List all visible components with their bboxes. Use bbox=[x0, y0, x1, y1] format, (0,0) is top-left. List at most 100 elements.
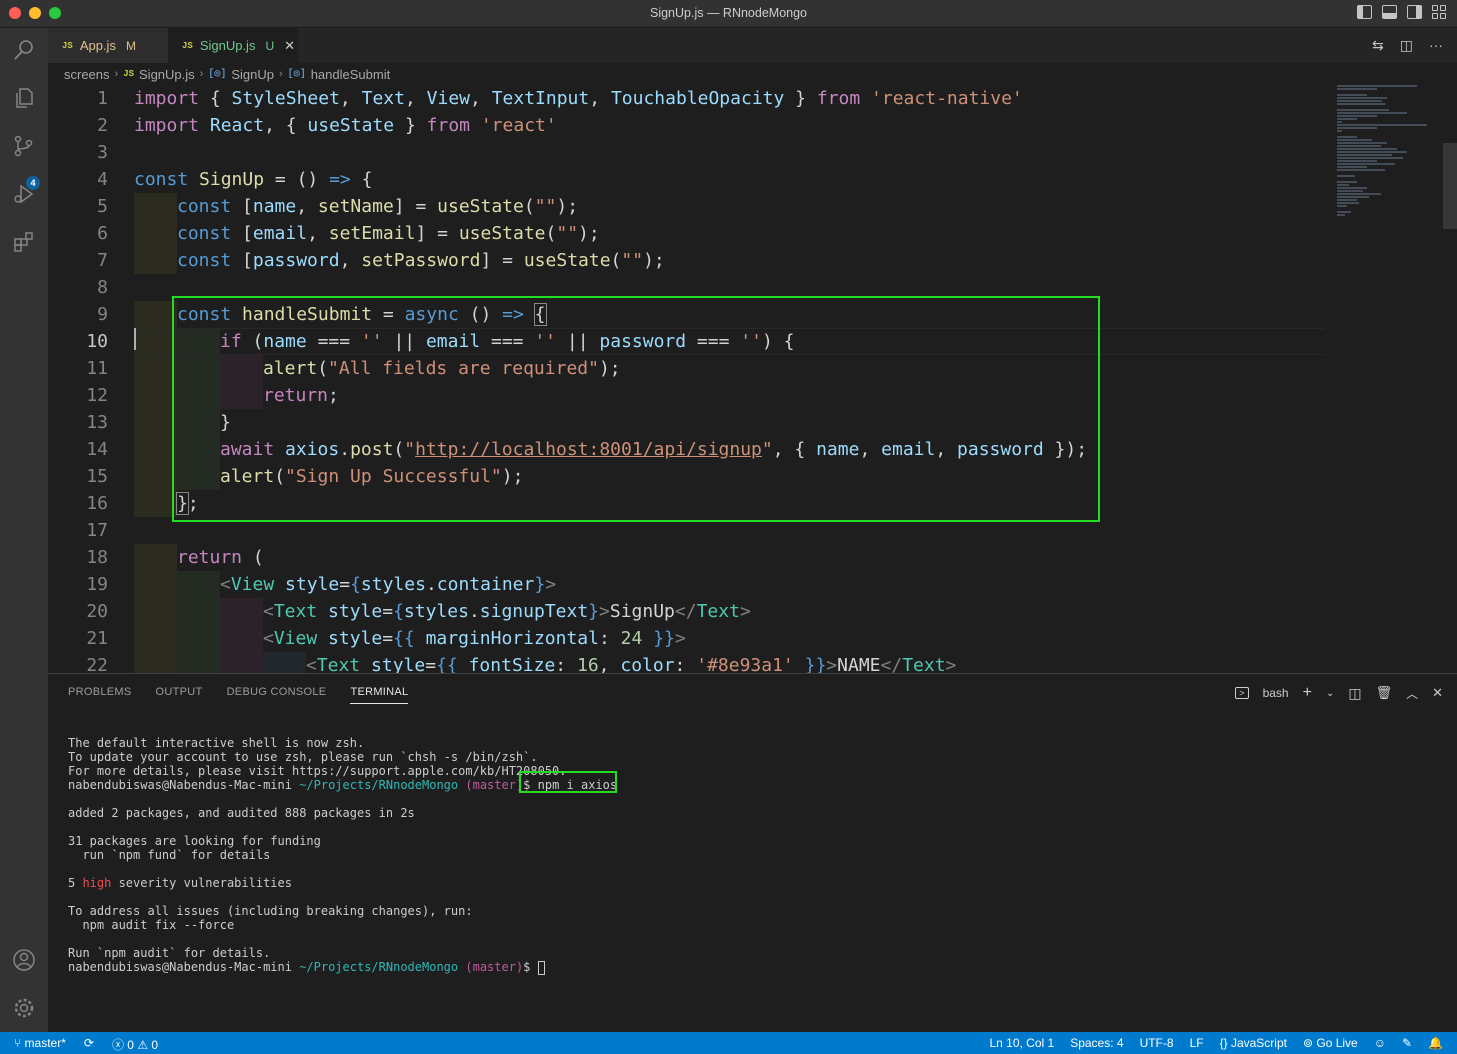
line-number: 14 bbox=[86, 439, 108, 460]
indent-guide bbox=[177, 571, 220, 673]
terminal-line: added 2 packages, and audited 888 packag… bbox=[68, 806, 415, 820]
minimap-line bbox=[1337, 94, 1367, 96]
minimap-line bbox=[1337, 154, 1392, 156]
end-of-line[interactable]: LF bbox=[1190, 1036, 1204, 1050]
js-file-icon: JS bbox=[123, 69, 135, 79]
toggle-panel-icon[interactable] bbox=[1382, 5, 1397, 19]
feedback-icon[interactable]: ✎ bbox=[1402, 1036, 1412, 1050]
source-control-icon[interactable] bbox=[12, 134, 36, 158]
minimap-line bbox=[1337, 97, 1387, 99]
line-number: 2 bbox=[97, 115, 108, 136]
minimap-line bbox=[1337, 214, 1345, 216]
terminal-line: run `npm fund` for details bbox=[68, 848, 271, 862]
minimap-line bbox=[1337, 85, 1417, 87]
toggle-secondary-sidebar-icon[interactable] bbox=[1407, 5, 1422, 19]
minimap-line bbox=[1337, 151, 1407, 153]
minimap-line bbox=[1337, 121, 1342, 123]
new-terminal-icon[interactable]: + bbox=[1303, 684, 1312, 702]
terminal-line: The default interactive shell is now zsh… bbox=[68, 736, 365, 750]
minimap-line bbox=[1337, 115, 1377, 117]
breadcrumb-folder[interactable]: screens bbox=[64, 67, 110, 82]
line-number: 15 bbox=[86, 466, 108, 487]
indent-guide bbox=[220, 598, 263, 673]
gear-icon[interactable] bbox=[12, 996, 36, 1020]
terminal-line: For more details, please visit https://s… bbox=[68, 764, 567, 778]
encoding[interactable]: UTF-8 bbox=[1140, 1036, 1174, 1050]
terminal-line: To address all issues (including breakin… bbox=[68, 904, 473, 918]
indent-guide bbox=[263, 652, 306, 673]
editor-tabs: JS App.js M JS SignUp.js U ✕ ⇆ ◫ ··· bbox=[48, 28, 1457, 63]
title-bar: SignUp.js — RNnodeMongo bbox=[0, 0, 1457, 27]
terminal-icon: > bbox=[1235, 687, 1249, 699]
line-number: 5 bbox=[97, 196, 108, 217]
line-number: 6 bbox=[97, 223, 108, 244]
text-cursor bbox=[134, 328, 136, 350]
minimap-line bbox=[1337, 139, 1372, 141]
minimap[interactable] bbox=[1331, 85, 1443, 673]
minimap-line bbox=[1337, 181, 1357, 183]
language-mode[interactable]: {} JavaScript bbox=[1220, 1036, 1287, 1050]
tab-signup-js[interactable]: JS SignUp.js U ✕ bbox=[168, 28, 298, 63]
minimap-line bbox=[1337, 103, 1385, 105]
minimap-line bbox=[1337, 100, 1382, 102]
js-file-icon: JS bbox=[62, 40, 73, 51]
line-number: 7 bbox=[97, 250, 108, 271]
minimap-line bbox=[1337, 124, 1427, 126]
chevron-right-icon: › bbox=[279, 68, 283, 80]
minimap-line bbox=[1337, 160, 1377, 162]
js-file-icon: JS bbox=[182, 40, 193, 51]
breadcrumb-symbol[interactable]: handleSubmit bbox=[311, 67, 391, 82]
chevron-right-icon: › bbox=[114, 68, 119, 80]
compare-changes-icon[interactable]: ⇆ bbox=[1372, 37, 1384, 54]
files-icon[interactable] bbox=[12, 86, 36, 110]
code-line-20: <Text style={styles.signupText}>SignUp</… bbox=[263, 601, 751, 622]
code-line-5: const [name, setName] = useState(""); bbox=[177, 196, 579, 217]
toggle-sidebar-icon[interactable] bbox=[1357, 5, 1372, 19]
search-icon[interactable] bbox=[12, 38, 36, 62]
problems-status[interactable]: ⓧ 0 ⚠ 0 bbox=[112, 1036, 158, 1053]
minimap-line bbox=[1337, 148, 1397, 150]
line-number: 12 bbox=[86, 385, 108, 406]
split-terminal-icon[interactable]: ◫ bbox=[1348, 685, 1361, 702]
branch-status[interactable]: ⑂ master* bbox=[14, 1036, 66, 1053]
indentation[interactable]: Spaces: 4 bbox=[1070, 1036, 1123, 1050]
editor-scrollbar[interactable] bbox=[1443, 143, 1457, 229]
chevron-down-icon[interactable]: ⌄ bbox=[1326, 688, 1334, 699]
code-line-7: const [password, setPassword] = useState… bbox=[177, 250, 665, 271]
close-panel-icon[interactable]: ✕ bbox=[1432, 685, 1443, 701]
terminal-shell-label[interactable]: bash bbox=[1263, 686, 1289, 700]
minimap-line bbox=[1337, 193, 1381, 195]
copilot-icon[interactable]: ☺ bbox=[1374, 1036, 1386, 1050]
extensions-icon[interactable] bbox=[12, 230, 36, 254]
code-line-19: <View style={styles.container}> bbox=[220, 574, 557, 595]
minimap-line bbox=[1337, 169, 1385, 171]
panel-tab-debug-console[interactable]: DEBUG CONSOLE bbox=[227, 686, 327, 704]
more-actions-icon[interactable]: ··· bbox=[1429, 37, 1443, 54]
code-line-22: <Text style={{ fontSize: 16, color: '#8e… bbox=[306, 655, 957, 673]
line-number: 8 bbox=[97, 277, 108, 298]
panel-tab-problems[interactable]: PROBLEMS bbox=[68, 686, 132, 704]
close-tab-icon[interactable]: ✕ bbox=[284, 38, 295, 54]
breadcrumb-file[interactable]: SignUp.js bbox=[139, 67, 195, 82]
breadcrumb-symbol[interactable]: SignUp bbox=[231, 67, 274, 82]
sync-icon[interactable]: ⟳ bbox=[84, 1036, 94, 1053]
run-debug-icon[interactable] bbox=[12, 182, 36, 206]
terminal-line: 5 high severity vulnerabilities bbox=[68, 876, 292, 890]
cursor-position[interactable]: Ln 10, Col 1 bbox=[989, 1036, 1054, 1050]
symbol-variable-icon: [◎] bbox=[287, 69, 306, 80]
split-editor-icon[interactable]: ◫ bbox=[1400, 37, 1413, 54]
indent-guide bbox=[134, 193, 177, 274]
tab-app-js[interactable]: JS App.js M bbox=[48, 28, 168, 63]
bell-icon[interactable]: 🔔 bbox=[1428, 1036, 1443, 1050]
customize-layout-icon[interactable] bbox=[1432, 5, 1447, 19]
maximize-panel-icon[interactable]: ︿ bbox=[1406, 685, 1418, 702]
account-icon[interactable] bbox=[12, 948, 36, 972]
panel-tab-output[interactable]: OUTPUT bbox=[156, 686, 203, 704]
go-live-button[interactable]: ⊚ Go Live bbox=[1303, 1036, 1358, 1050]
code-editor[interactable]: 1 2 3 4 5 6 7 8 9 10 11 12 13 14 15 16 17 18 19 20 21 22 impo… bbox=[48, 85, 1457, 673]
line-number: 22 bbox=[86, 655, 108, 673]
trash-icon[interactable]: 🗑 bbox=[1376, 685, 1393, 701]
panel-tab-terminal[interactable]: TERMINAL bbox=[350, 686, 409, 704]
indent-guide bbox=[134, 544, 177, 673]
minimap-line bbox=[1337, 145, 1381, 147]
